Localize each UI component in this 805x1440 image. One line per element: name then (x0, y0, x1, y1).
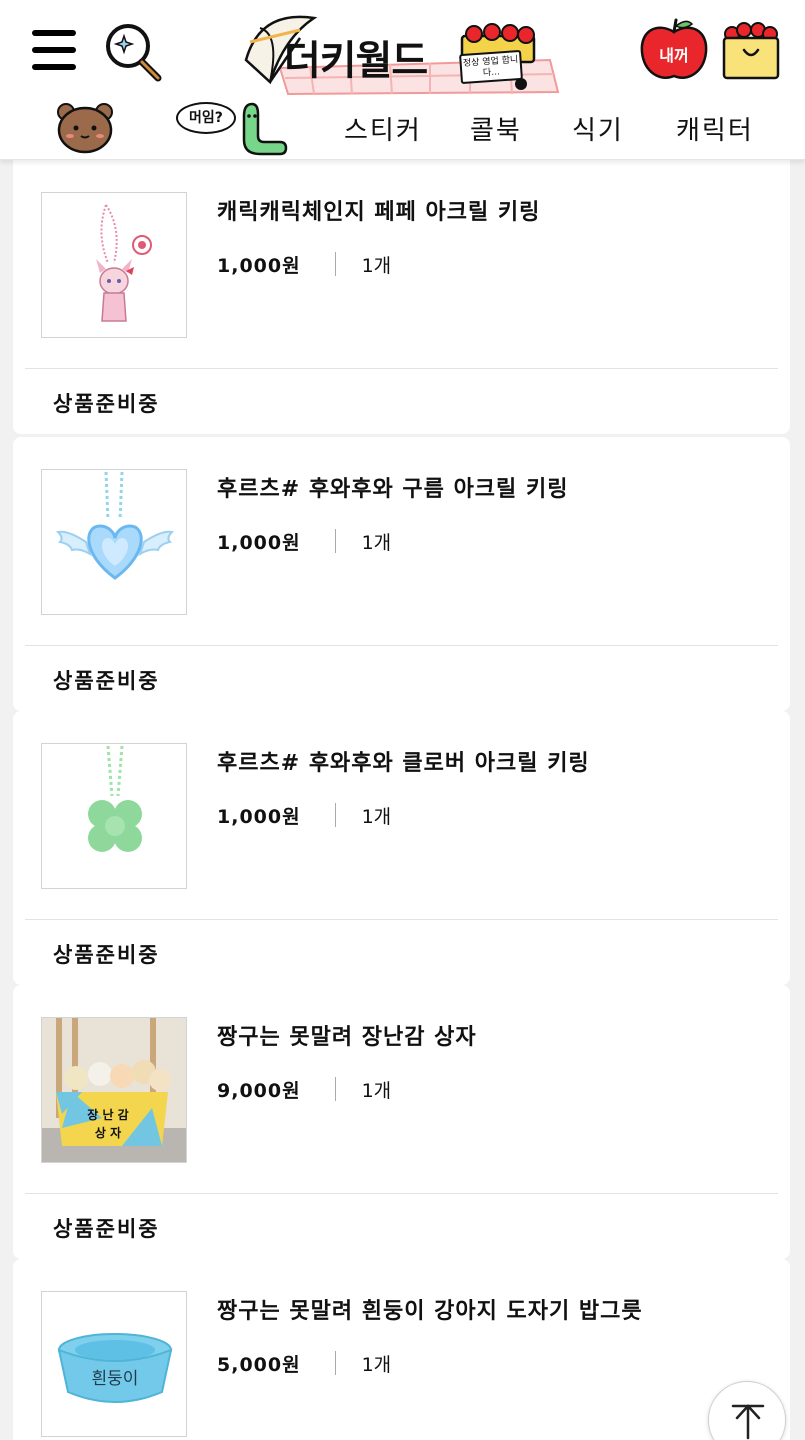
product-quantity: 1개 (361, 805, 392, 828)
logo-sign: 정상 영업 합니다... (459, 49, 523, 85)
separator (334, 1351, 336, 1375)
order-item: 후르츠# 후와후와 구름 아크릴 키링 1,000원 1개 상품준비중 (13, 437, 790, 711)
product-image[interactable] (41, 743, 187, 889)
product-price: 1,000원 (217, 531, 301, 554)
my-items-button[interactable]: 내꺼 (638, 18, 710, 84)
product-quantity: 1개 (361, 1353, 392, 1376)
product-image[interactable]: 장 난 감 상 자 (41, 1017, 187, 1163)
separator (334, 803, 336, 827)
product-image[interactable] (41, 192, 187, 338)
separator (334, 1077, 336, 1101)
product-price: 1,000원 (217, 805, 301, 828)
order-item: 캐릭캐릭체인지 페페 아크릴 키링 1,000원 1개 상품준비중 (13, 160, 790, 434)
divider (25, 919, 778, 920)
product-price: 9,000원 (217, 1079, 301, 1102)
order-item: 흰둥이 짱구는 못말려 흰둥이 강아지 도자기 밥그릇 5,000원 1개 (13, 1259, 790, 1440)
product-name[interactable]: 후르츠# 후와후와 클로버 아크릴 키링 (217, 745, 590, 777)
product-image[interactable]: 흰둥이 (41, 1291, 187, 1437)
order-status: 상품준비중 (53, 943, 160, 967)
divider (25, 1193, 778, 1194)
shopping-bag-icon[interactable] (720, 20, 782, 80)
app-header: 더키월드 정상 영업 합니다... 내꺼 머임? 스티커 콜북 식기 캐릭터 (0, 0, 805, 160)
box-label-line-1: 장 난 감 (87, 1108, 129, 1122)
divider (25, 368, 778, 369)
separator (334, 252, 336, 276)
product-quantity: 1개 (361, 254, 392, 277)
menu-icon[interactable] (32, 30, 76, 70)
product-price: 5,000원 (217, 1353, 301, 1376)
nav-item-character[interactable]: 캐릭터 (676, 110, 754, 147)
bowl-label: 흰둥이 (91, 1369, 139, 1389)
divider (25, 645, 778, 646)
product-name[interactable]: 짱구는 못말려 흰둥이 강아지 도자기 밥그릇 (217, 1293, 643, 1325)
nav-item-sticker[interactable]: 스티커 (344, 110, 422, 147)
order-item: 후르츠# 후와후와 클로버 아크릴 키링 1,000원 1개 상품준비중 (13, 711, 790, 985)
product-image[interactable] (41, 469, 187, 615)
product-quantity: 1개 (361, 1079, 392, 1102)
price-row: 9,000원 1개 (217, 1075, 391, 1103)
separator (334, 529, 336, 553)
order-item: 장 난 감 상 자 짱구는 못말려 장난감 상자 9,000원 1개 상품준비중 (13, 985, 790, 1259)
logo-text: 더키월드 (284, 38, 428, 84)
product-name[interactable]: 캐릭캐릭체인지 페페 아크릴 키링 (217, 194, 540, 226)
product-quantity: 1개 (361, 531, 392, 554)
scroll-to-top-button[interactable] (708, 1381, 786, 1440)
order-status: 상품준비중 (53, 669, 160, 693)
price-row: 1,000원 1개 (217, 250, 391, 278)
bear-icon[interactable] (56, 98, 114, 154)
price-row: 5,000원 1개 (217, 1349, 391, 1377)
search-icon[interactable] (104, 20, 164, 84)
price-row: 1,000원 1개 (217, 527, 391, 555)
box-label-line-2: 상 자 (94, 1126, 122, 1140)
order-status: 상품준비중 (53, 1217, 160, 1241)
product-name[interactable]: 후르츠# 후와후와 구름 아크릴 키링 (217, 471, 568, 503)
category-nav: 머임? 스티커 콜북 식기 캐릭터 (0, 96, 805, 158)
nav-item-callbook[interactable]: 콜북 (470, 110, 522, 147)
site-logo[interactable]: 더키월드 정상 영업 합니다... (240, 8, 560, 96)
my-items-label: 내꺼 (659, 46, 689, 65)
product-price: 1,000원 (217, 254, 301, 277)
worm-icon[interactable]: 머임? (176, 96, 288, 158)
arrow-up-icon (731, 1404, 765, 1440)
price-row: 1,000원 1개 (217, 801, 391, 829)
nav-item-tableware[interactable]: 식기 (572, 110, 624, 147)
order-status: 상품준비중 (53, 392, 160, 416)
product-name[interactable]: 짱구는 못말려 장난감 상자 (217, 1019, 477, 1051)
